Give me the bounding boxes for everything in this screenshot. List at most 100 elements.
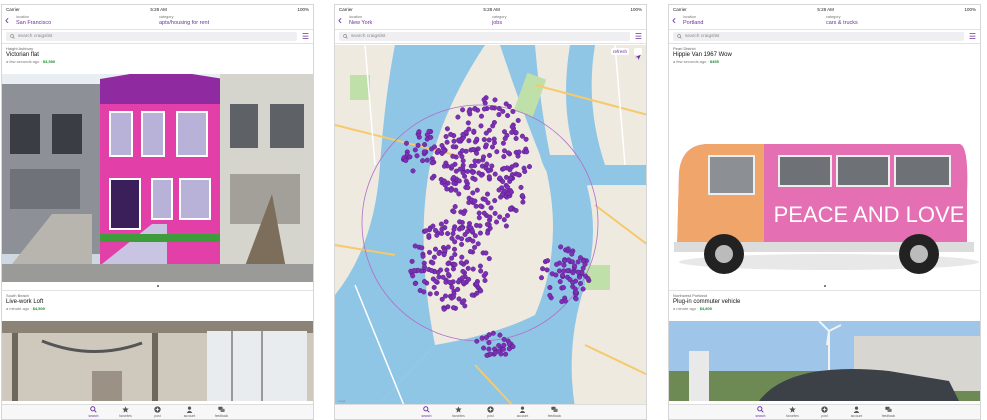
map-pin[interactable] bbox=[569, 259, 575, 265]
map-pin[interactable] bbox=[421, 149, 427, 155]
map-pin[interactable] bbox=[577, 280, 583, 286]
map-pin[interactable] bbox=[486, 137, 492, 143]
map-pin[interactable] bbox=[443, 133, 449, 139]
map-pin[interactable] bbox=[501, 217, 507, 223]
tab-search[interactable]: search bbox=[418, 406, 436, 419]
tab-favorites[interactable]: favorites bbox=[784, 406, 802, 419]
map-pin[interactable] bbox=[500, 140, 506, 146]
map-pin[interactable] bbox=[478, 123, 484, 129]
map-pin[interactable] bbox=[575, 269, 581, 275]
map-pin[interactable] bbox=[491, 136, 497, 142]
listing-header[interactable]: Haight Ashbury Victorian flat a few seco… bbox=[2, 44, 313, 74]
tab-search[interactable]: search bbox=[85, 406, 103, 419]
map-pin[interactable] bbox=[580, 286, 586, 292]
map-pin[interactable] bbox=[459, 148, 465, 154]
map-pin[interactable] bbox=[501, 154, 507, 160]
listing-header[interactable]: Northwest Portland Plug-in commuter vehi… bbox=[669, 291, 980, 321]
map-pin[interactable] bbox=[441, 252, 447, 258]
map-pin[interactable] bbox=[560, 272, 566, 278]
map-pin[interactable] bbox=[439, 296, 445, 302]
map-pin[interactable] bbox=[411, 268, 417, 274]
map-pin[interactable] bbox=[479, 335, 485, 341]
map-pin[interactable] bbox=[430, 260, 436, 266]
listing-header[interactable]: Pearl District Hippie Van 1967 Wow a few… bbox=[669, 44, 980, 74]
map-pin[interactable] bbox=[518, 184, 524, 190]
map-pin[interactable] bbox=[452, 204, 458, 210]
map-pin[interactable] bbox=[464, 259, 470, 265]
map-pin[interactable] bbox=[455, 286, 461, 292]
map-pin[interactable] bbox=[461, 298, 467, 304]
map-pin[interactable] bbox=[476, 215, 482, 221]
map-pin[interactable] bbox=[429, 175, 435, 181]
map-pin[interactable] bbox=[553, 272, 559, 278]
map-pin[interactable] bbox=[427, 291, 433, 297]
map-pin[interactable] bbox=[449, 284, 455, 290]
map-pin[interactable] bbox=[426, 249, 432, 255]
map-pin[interactable] bbox=[445, 271, 451, 277]
map-pin[interactable] bbox=[438, 267, 444, 273]
map-pin[interactable] bbox=[403, 157, 409, 163]
map-pin[interactable] bbox=[503, 351, 509, 357]
map-pin[interactable] bbox=[503, 174, 509, 180]
map-pin[interactable] bbox=[502, 135, 508, 141]
listings-map[interactable] bbox=[335, 45, 647, 408]
map-pin[interactable] bbox=[432, 227, 438, 233]
map-pin[interactable] bbox=[509, 124, 515, 130]
map-pin[interactable] bbox=[481, 345, 487, 351]
map-pin[interactable] bbox=[547, 284, 553, 290]
map-pin[interactable] bbox=[458, 260, 464, 266]
map-pin[interactable] bbox=[457, 219, 463, 225]
map-pin[interactable] bbox=[492, 198, 498, 204]
map-pin[interactable] bbox=[477, 223, 483, 229]
location-selector[interactable]: Portland bbox=[683, 20, 704, 26]
map-pin[interactable] bbox=[460, 268, 466, 274]
map-pin[interactable] bbox=[472, 106, 478, 112]
map-pin[interactable] bbox=[497, 332, 503, 338]
map-pin[interactable] bbox=[524, 149, 530, 155]
map-pin[interactable] bbox=[482, 277, 488, 283]
map-pin[interactable] bbox=[508, 205, 514, 211]
map-pin[interactable] bbox=[475, 241, 481, 247]
map-pin[interactable] bbox=[565, 268, 571, 274]
map-pin[interactable] bbox=[456, 178, 462, 184]
listing-photo-loft[interactable] bbox=[2, 321, 313, 401]
map-pin[interactable] bbox=[516, 149, 522, 155]
map-pin[interactable] bbox=[478, 203, 484, 209]
map-pin[interactable] bbox=[451, 138, 457, 144]
map-pin[interactable] bbox=[570, 270, 576, 276]
map-pin[interactable] bbox=[489, 163, 495, 169]
map-pin[interactable] bbox=[505, 113, 511, 119]
map-pin[interactable] bbox=[434, 290, 440, 296]
map-pin[interactable] bbox=[426, 128, 432, 134]
map-pin[interactable] bbox=[585, 275, 591, 281]
map-pin[interactable] bbox=[513, 130, 519, 136]
map-pin[interactable] bbox=[501, 342, 507, 348]
map-pin[interactable] bbox=[501, 129, 507, 135]
map-pin[interactable] bbox=[456, 191, 462, 197]
map-pin[interactable] bbox=[439, 226, 445, 232]
tab-account[interactable]: account bbox=[181, 406, 199, 419]
map-pin[interactable] bbox=[426, 232, 432, 238]
map-pin[interactable] bbox=[441, 148, 447, 154]
map-pin[interactable] bbox=[460, 279, 466, 285]
map-pin[interactable] bbox=[456, 296, 462, 302]
map-pin[interactable] bbox=[474, 338, 480, 344]
map-pin[interactable] bbox=[474, 150, 480, 156]
map-pin[interactable] bbox=[561, 262, 567, 268]
map-pin[interactable] bbox=[463, 129, 469, 135]
tab-favorites[interactable]: favorites bbox=[117, 406, 135, 419]
map-pin[interactable] bbox=[540, 266, 546, 272]
map-pin[interactable] bbox=[480, 154, 486, 160]
map-pin[interactable] bbox=[403, 140, 409, 146]
map-pin[interactable] bbox=[515, 117, 521, 123]
map-pin[interactable] bbox=[486, 256, 492, 262]
map-pin[interactable] bbox=[484, 191, 490, 197]
map-pin[interactable] bbox=[474, 136, 480, 142]
map-pin[interactable] bbox=[420, 158, 426, 164]
map-pin[interactable] bbox=[554, 261, 560, 267]
map-pin[interactable] bbox=[449, 235, 455, 241]
map-pin[interactable] bbox=[461, 210, 467, 216]
listing-header[interactable]: South Beach Live-work Loft a minute ago … bbox=[2, 291, 313, 321]
map-pin[interactable] bbox=[407, 154, 413, 160]
map-pin[interactable] bbox=[476, 210, 482, 216]
